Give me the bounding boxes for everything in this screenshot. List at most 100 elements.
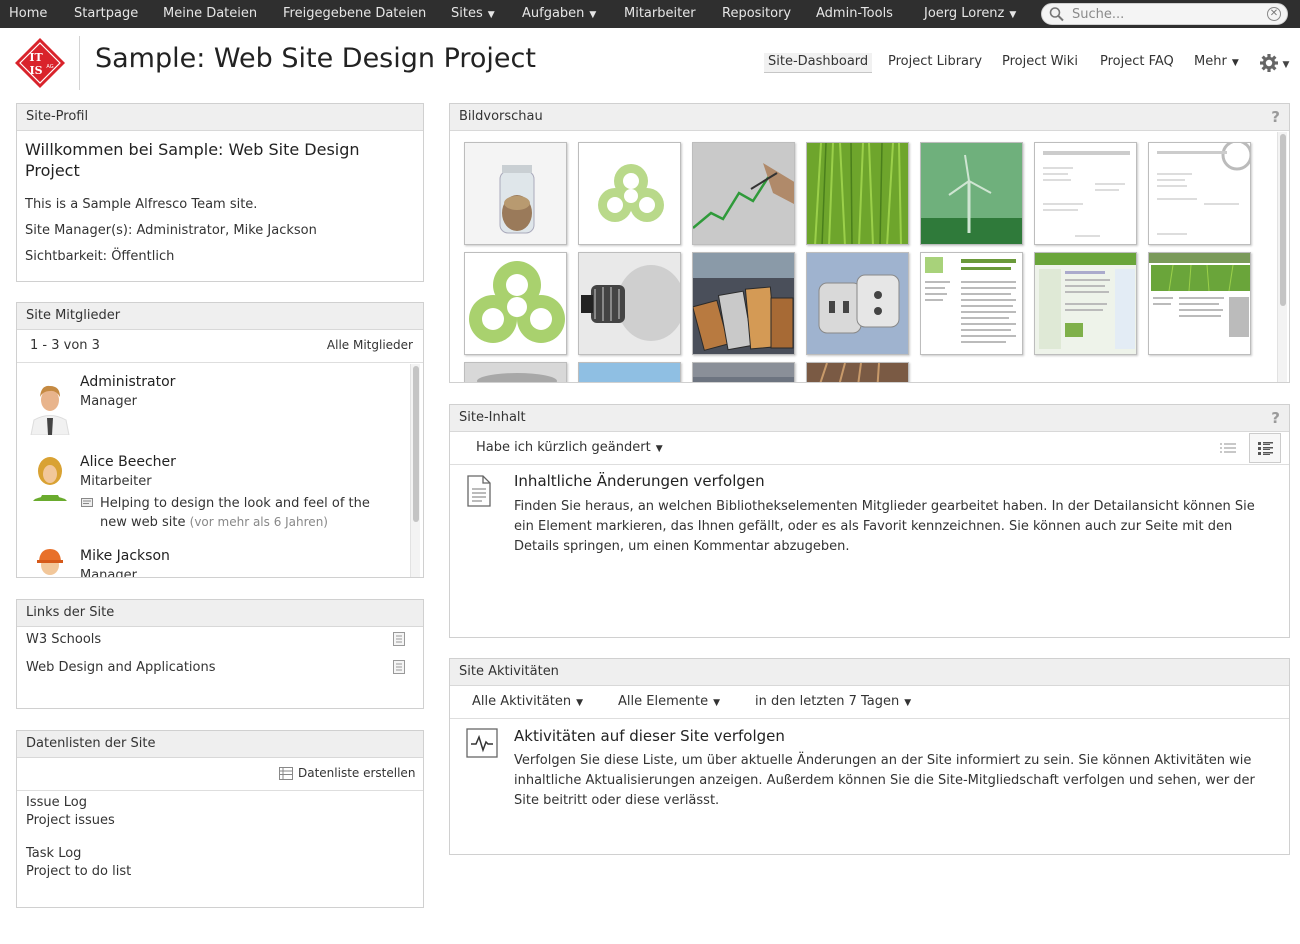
datalist-icon: [279, 767, 293, 780]
document-page-thumbnail[interactable]: [1034, 142, 1137, 245]
dashlet-title: Datenlisten der Site: [17, 731, 423, 758]
clear-search-icon[interactable]: ✕: [1267, 7, 1281, 21]
dashlet-title-label: Bildvorschau: [459, 109, 543, 124]
member-name[interactable]: Administrator: [80, 374, 175, 390]
nav-repository[interactable]: Repository: [722, 0, 791, 28]
landscape-thumbnail[interactable]: [692, 362, 795, 382]
activity-items-dropdown[interactable]: Alle Elemente ▼: [618, 694, 720, 709]
user-menu[interactable]: Joerg Lorenz ▼: [924, 0, 1016, 28]
chevron-down-icon: ▼: [1231, 58, 1239, 68]
green-logo-thumbnail[interactable]: [578, 142, 681, 245]
svg-text:IT: IT: [29, 51, 43, 64]
site-visibility: Sichtbarkeit: Öffentlich: [25, 249, 175, 264]
tab-project-faq[interactable]: Project FAQ: [1096, 53, 1178, 73]
site-link[interactable]: Web Design and Applications: [26, 660, 216, 675]
nav-tasks-menu[interactable]: Aufgaben ▼: [522, 0, 596, 28]
member-name[interactable]: Mike Jackson: [80, 548, 170, 564]
site-managers: Site Manager(s): Administrator, Mike Jac…: [25, 223, 317, 238]
nav-home[interactable]: Home: [9, 0, 47, 28]
activity-range-dropdown[interactable]: in den letzten 7 Tagen ▼: [755, 694, 911, 709]
member-name[interactable]: Alice Beecher: [80, 454, 176, 470]
members-count: 1 - 3 von 3: [30, 338, 100, 353]
image-preview-dashlet: Bildvorschau ?: [449, 103, 1290, 383]
chevron-down-icon: ▼: [713, 698, 720, 708]
chart-hand-thumbnail[interactable]: [692, 142, 795, 245]
coin-jar-thumbnail[interactable]: [464, 142, 567, 245]
website-page-image: [921, 253, 1022, 354]
simple-view-icon[interactable]: [1220, 442, 1236, 454]
chevron-down-icon: ▼: [1009, 10, 1017, 20]
tab-project-library[interactable]: Project Library: [884, 53, 986, 73]
grass-image: [807, 143, 908, 244]
nav-shared-files[interactable]: Freigegebene Dateien: [283, 0, 426, 28]
grass-thumbnail[interactable]: [806, 142, 909, 245]
scrollbar-thumb[interactable]: [413, 366, 419, 522]
help-icon[interactable]: ?: [1271, 104, 1280, 130]
detailed-view-button[interactable]: [1249, 433, 1281, 463]
chevron-down-icon: ▼: [487, 10, 495, 20]
document-icon: [467, 475, 491, 507]
sky-image: [579, 363, 680, 382]
top-navigation-bar: Home Startpage Meine Dateien Freigegeben…: [0, 0, 1300, 28]
dashlet-title-label: Site-Inhalt: [459, 410, 526, 425]
link-details-icon[interactable]: [393, 660, 405, 674]
search-input[interactable]: [1072, 6, 1262, 23]
nav-admin-tools[interactable]: Admin-Tools: [816, 0, 893, 28]
activities-empty-text: Verfolgen Sie diese Liste, um über aktue…: [514, 753, 1255, 808]
datalists-dashlet: Datenlisten der Site Datenliste erstelle…: [16, 730, 424, 908]
members-scrollbar[interactable]: [410, 364, 420, 577]
wind-turbine-thumbnail[interactable]: [920, 142, 1023, 245]
content-filter-label: Habe ich kürzlich geändert: [476, 440, 651, 455]
datalist-name[interactable]: Issue Log: [26, 795, 87, 810]
member-status-time: (vor mehr als 6 Jahren): [189, 515, 328, 529]
dashlet-title: Site-Profil: [17, 104, 423, 131]
scrollbar-thumb[interactable]: [1280, 134, 1286, 306]
document-page-image: [1035, 143, 1136, 244]
content-filter-dropdown[interactable]: Habe ich kürzlich geändert ▼: [476, 440, 663, 455]
cables-thumbnail[interactable]: [806, 362, 909, 382]
gear-icon[interactable]: ▼: [1259, 53, 1291, 73]
nav-my-files[interactable]: Meine Dateien: [163, 0, 257, 28]
website-page-2-thumbnail[interactable]: [1034, 252, 1137, 355]
tab-project-wiki[interactable]: Project Wiki: [998, 53, 1082, 73]
power-plug-thumbnail[interactable]: [806, 252, 909, 355]
coins-thumbnail[interactable]: [692, 252, 795, 355]
site-members-dashlet: Site Mitglieder 1 - 3 von 3 Alle Mitglie…: [16, 302, 424, 578]
green-logo-large-thumbnail[interactable]: [464, 252, 567, 355]
search-icon[interactable]: [1048, 6, 1066, 22]
create-datalist-button[interactable]: Datenliste erstellen: [298, 766, 415, 780]
stone-stack-thumbnail[interactable]: [464, 362, 567, 382]
avatar[interactable]: [25, 373, 75, 435]
site-content-dashlet: Site-Inhalt ? Habe ich kürzlich geändert…: [449, 404, 1290, 638]
light-bulb-image: [579, 253, 680, 354]
document-page-2-thumbnail[interactable]: [1148, 142, 1251, 245]
website-page-thumbnail[interactable]: [920, 252, 1023, 355]
tab-site-dashboard[interactable]: Site-Dashboard: [764, 53, 873, 73]
more-menu[interactable]: Mehr ▼: [1190, 53, 1243, 73]
green-logo-large-image: [465, 253, 566, 354]
nav-people[interactable]: Mitarbeiter: [624, 0, 696, 28]
image-scrollbar[interactable]: [1277, 132, 1287, 382]
nav-sites-menu[interactable]: Sites ▼: [451, 0, 495, 28]
avatar[interactable]: [25, 451, 75, 513]
help-icon[interactable]: ?: [1271, 405, 1280, 431]
sky-thumbnail[interactable]: [578, 362, 681, 382]
header-divider: [79, 36, 80, 90]
datalist-description: Project issues: [26, 813, 115, 828]
coin-jar-image: [465, 143, 566, 244]
svg-text:▼: ▼: [1283, 60, 1290, 70]
website-page-3-image: [1149, 253, 1250, 354]
wind-turbine-image: [921, 143, 1022, 244]
site-link[interactable]: W3 Schools: [26, 632, 101, 647]
all-members-link[interactable]: Alle Mitglieder: [327, 338, 413, 352]
nav-startpage[interactable]: Startpage: [74, 0, 138, 28]
light-bulb-thumbnail[interactable]: [578, 252, 681, 355]
activity-type-dropdown[interactable]: Alle Aktivitäten ▼: [472, 694, 583, 709]
content-toolbar: Habe ich kürzlich geändert ▼: [450, 432, 1289, 465]
datalist-name[interactable]: Task Log: [26, 846, 81, 861]
welcome-heading: Willkommen bei Sample: Web Site Design P…: [25, 140, 360, 180]
website-page-3-thumbnail[interactable]: [1148, 252, 1251, 355]
more-menu-label: Mehr: [1194, 54, 1227, 69]
avatar[interactable]: [25, 545, 75, 578]
link-details-icon[interactable]: [393, 632, 405, 646]
